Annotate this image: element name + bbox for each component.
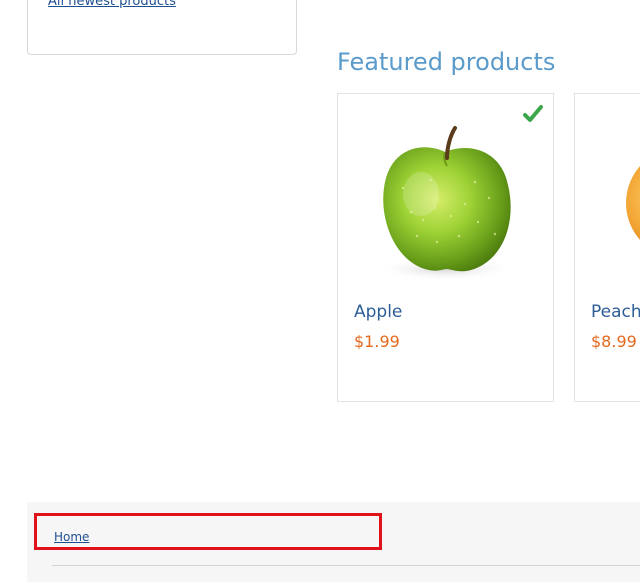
product-card-peach[interactable]: Peach $8.99 (574, 93, 640, 402)
checkmark-icon (523, 105, 543, 122)
product-card-apple[interactable]: Apple $1.99 (337, 93, 554, 402)
featured-products-title: Featured products (337, 48, 556, 76)
product-price: $8.99 (591, 332, 637, 351)
green-apple-image[interactable] (363, 124, 528, 284)
breadcrumb-highlight: Home (34, 513, 382, 550)
product-name[interactable]: Apple (354, 302, 402, 322)
footer-divider (52, 565, 640, 566)
peach-image[interactable] (620, 139, 640, 259)
breadcrumb-home-link[interactable]: Home (54, 530, 89, 544)
newest-products-box: All newest products (27, 0, 297, 55)
breadcrumb-footer: Home (27, 502, 640, 582)
product-price: $1.99 (354, 332, 400, 351)
all-newest-products-link[interactable]: All newest products (48, 0, 176, 9)
product-name[interactable]: Peach (591, 302, 640, 322)
store-page: All newest products Featured products Ap… (0, 0, 640, 582)
